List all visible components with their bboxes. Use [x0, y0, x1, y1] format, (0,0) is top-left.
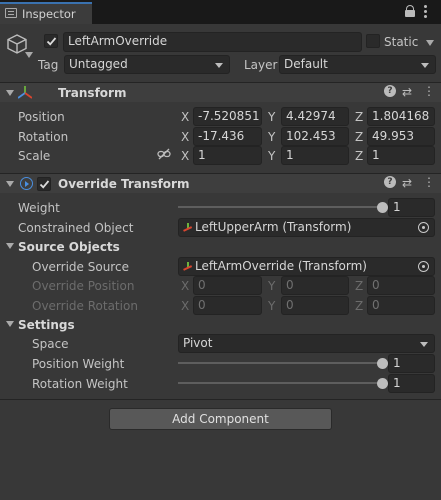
weight-slider-track[interactable] — [178, 201, 388, 213]
weight-slider-knob[interactable] — [376, 201, 388, 213]
position-y-field[interactable]: 4.42974 — [281, 107, 349, 126]
layer-label: Layer — [244, 58, 278, 72]
position-weight-label: Position Weight — [32, 357, 125, 371]
scale-label: Scale — [18, 149, 51, 163]
override-transform-title: Override Transform — [58, 177, 190, 191]
rotation-y-axis: Y — [268, 130, 276, 144]
settings-header[interactable]: Settings — [18, 318, 75, 332]
override-rotation-y-field: 0 — [281, 296, 349, 315]
layer-dropdown[interactable]: Default — [279, 55, 436, 74]
object-picker-icon[interactable] — [418, 261, 429, 272]
position-x-field[interactable]: -7.520851 — [193, 107, 262, 126]
constrained-object-value: LeftUpperArm (Transform) — [195, 220, 352, 234]
override-position-y-axis: Y — [268, 279, 276, 293]
transform-title: Transform — [58, 86, 127, 100]
static-dropdown-arrow[interactable] — [426, 40, 434, 46]
scale-y-field[interactable]: 1 — [281, 146, 349, 165]
lock-icon[interactable] — [405, 5, 415, 17]
help-icon[interactable]: ? — [384, 85, 396, 97]
kebab-menu-icon[interactable] — [424, 5, 428, 18]
source-objects-foldout-icon[interactable] — [6, 243, 14, 249]
static-checkbox[interactable] — [366, 34, 380, 48]
rotation-label: Rotation — [18, 130, 69, 144]
override-rotation-label: Override Rotation — [32, 299, 138, 313]
presets-icon[interactable]: ⇄ — [402, 85, 412, 99]
components-end-divider — [0, 399, 441, 400]
presets-icon[interactable]: ⇄ — [402, 176, 412, 190]
override-enabled-checkbox[interactable] — [37, 177, 51, 191]
override-foldout-icon[interactable] — [6, 181, 14, 187]
weight-field[interactable]: 1 — [388, 198, 435, 217]
tab-bar: Inspector — [0, 0, 441, 24]
position-x-axis: X — [181, 110, 190, 124]
override-rotation-z-axis: Z — [355, 299, 364, 313]
scale-x-axis: X — [181, 149, 190, 163]
object-picker-icon[interactable] — [418, 222, 429, 233]
scale-z-field[interactable]: 1 — [367, 146, 435, 165]
override-source-value: LeftArmOverride (Transform) — [195, 259, 367, 273]
add-component-button[interactable]: Add Component — [109, 408, 332, 430]
tag-label: Tag — [38, 58, 59, 72]
position-weight-field[interactable]: 1 — [388, 354, 435, 373]
space-dropdown[interactable]: Pivot — [178, 334, 435, 353]
help-icon[interactable]: ? — [384, 176, 396, 188]
source-objects-header[interactable]: Source Objects — [18, 240, 120, 254]
rotation-weight-field[interactable]: 1 — [388, 374, 435, 393]
rotation-weight-slider-knob[interactable] — [376, 377, 388, 389]
override-position-y-field: 0 — [281, 276, 349, 295]
override-rotation-z-field: 0 — [367, 296, 435, 315]
rotation-z-axis: Z — [355, 130, 364, 144]
rotation-z-field[interactable]: 49.953 — [367, 127, 435, 146]
gameobject-icon-dropdown[interactable] — [25, 52, 33, 58]
constrain-proportions-icon[interactable] — [157, 148, 171, 160]
settings-foldout-icon[interactable] — [6, 321, 14, 327]
tag-dropdown[interactable]: Untagged — [64, 55, 230, 74]
rotation-y-field[interactable]: 102.453 — [281, 127, 349, 146]
tab-inspector-label: Inspector — [22, 7, 76, 21]
weight-label: Weight — [18, 201, 60, 215]
constrained-object-field[interactable]: LeftUpperArm (Transform) — [178, 218, 435, 237]
transform-header[interactable]: Transform ? ⇄ ⋮ — [0, 82, 441, 102]
override-position-z-axis: Z — [355, 279, 364, 293]
override-rotation-x-field: 0 — [193, 296, 262, 315]
transform-icon — [183, 223, 192, 232]
transform-icon — [17, 86, 33, 99]
position-z-field[interactable]: 1.804168 — [367, 107, 435, 126]
constrained-object-label: Constrained Object — [18, 221, 134, 235]
gameobject-name-field[interactable]: LeftArmOverride — [63, 32, 362, 52]
active-checkbox[interactable] — [44, 34, 58, 48]
rotation-weight-slider-track[interactable] — [178, 377, 388, 389]
transform-foldout-icon[interactable] — [6, 90, 14, 96]
inspector-icon — [5, 8, 17, 18]
position-z-axis: Z — [355, 110, 364, 124]
override-source-field[interactable]: LeftArmOverride (Transform) — [178, 257, 435, 276]
rotation-x-axis: X — [181, 130, 190, 144]
position-y-axis: Y — [268, 110, 276, 124]
component-menu-icon[interactable]: ⋮ — [423, 175, 435, 189]
position-weight-slider-knob[interactable] — [376, 357, 388, 369]
space-label: Space — [32, 337, 69, 351]
transform-icon — [183, 262, 192, 271]
script-component-icon — [20, 177, 33, 190]
scale-y-axis: Y — [268, 149, 276, 163]
override-position-x-axis: X — [181, 279, 190, 293]
override-source-label: Override Source — [32, 260, 129, 274]
scale-x-field[interactable]: 1 — [193, 146, 262, 165]
position-label: Position — [18, 110, 65, 124]
override-rotation-y-axis: Y — [268, 299, 276, 313]
component-menu-icon[interactable]: ⋮ — [423, 84, 435, 98]
position-weight-slider-track[interactable] — [178, 357, 388, 369]
static-label: Static — [384, 35, 419, 49]
override-rotation-x-axis: X — [181, 299, 190, 313]
rotation-x-field[interactable]: -17.436 — [193, 127, 262, 146]
override-position-label: Override Position — [32, 279, 135, 293]
rotation-weight-label: Rotation Weight — [32, 377, 128, 391]
scale-z-axis: Z — [355, 149, 364, 163]
override-transform-header[interactable]: Override Transform ? ⇄ ⋮ — [0, 173, 441, 193]
override-position-x-field: 0 — [193, 276, 262, 295]
tab-inspector[interactable]: Inspector — [0, 2, 92, 24]
override-position-z-field: 0 — [367, 276, 435, 295]
